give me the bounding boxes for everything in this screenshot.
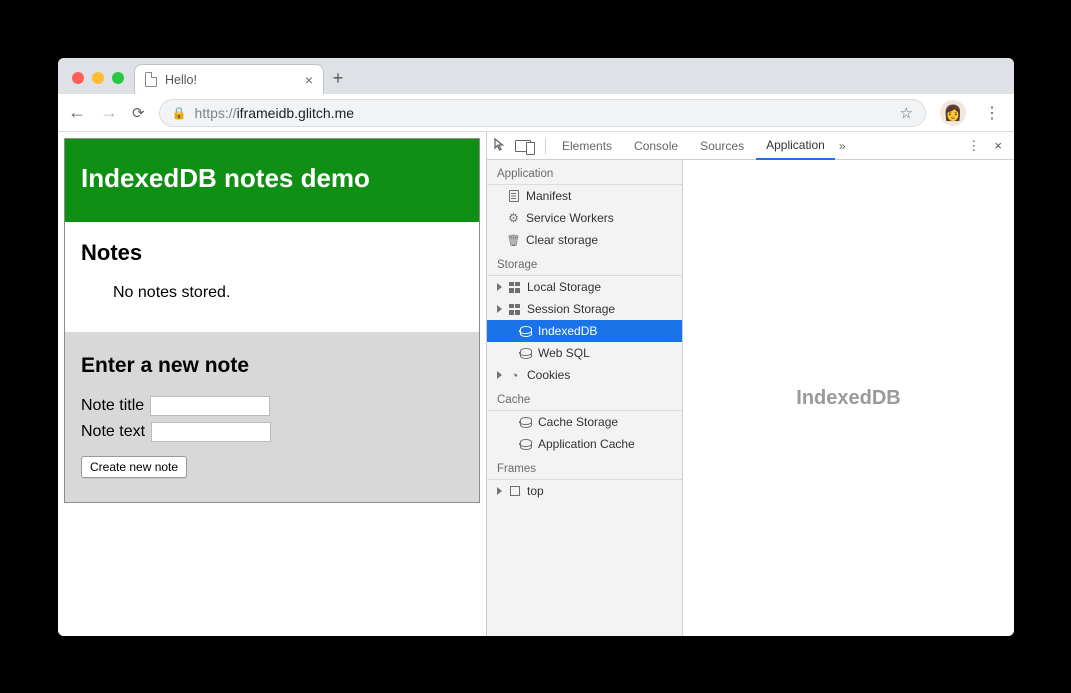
sidebar-item-label: Clear storage bbox=[526, 233, 598, 247]
sidebar-item-top-frame[interactable]: top bbox=[487, 480, 682, 502]
group-storage: Storage bbox=[487, 251, 682, 276]
back-button[interactable]: ← bbox=[68, 102, 86, 123]
app-body: Notes No notes stored. bbox=[65, 222, 479, 314]
group-application: Application bbox=[487, 160, 682, 185]
notes-heading: Notes bbox=[81, 240, 463, 266]
sidebar-item-indexeddb[interactable]: IndexedDB bbox=[487, 320, 682, 342]
more-tabs-button[interactable]: » bbox=[839, 139, 846, 153]
sidebar-item-cookies[interactable]: Cookies bbox=[487, 364, 682, 386]
lock-icon: 🔒 bbox=[172, 106, 187, 120]
caret-icon bbox=[497, 283, 502, 291]
frame-icon bbox=[510, 486, 520, 496]
window-controls bbox=[66, 72, 134, 94]
database-icon bbox=[520, 348, 532, 359]
page-icon bbox=[145, 72, 157, 87]
note-text-input[interactable] bbox=[151, 422, 271, 442]
tab-console[interactable]: Console bbox=[624, 132, 688, 160]
devtools-close-button[interactable]: × bbox=[988, 138, 1008, 153]
caret-icon bbox=[497, 487, 502, 495]
database-icon bbox=[520, 326, 532, 337]
sidebar-item-label: Cookies bbox=[527, 368, 570, 382]
tab-sources[interactable]: Sources bbox=[690, 132, 754, 160]
detail-title: IndexedDB bbox=[796, 387, 900, 410]
grid-icon bbox=[509, 304, 520, 315]
new-tab-button[interactable]: + bbox=[324, 68, 352, 94]
bookmark-star-icon[interactable]: ☆ bbox=[900, 104, 913, 122]
devtools-body: Application Manifest Service Workers Cle… bbox=[487, 160, 1014, 636]
app-header: IndexedDB notes demo bbox=[65, 139, 479, 222]
page-viewport: IndexedDB notes demo Notes No notes stor… bbox=[58, 132, 486, 636]
devtools-tabstrip: Elements Console Sources Application » ⋮… bbox=[487, 132, 1014, 160]
sidebar-item-label: Manifest bbox=[526, 189, 571, 203]
cookie-icon bbox=[508, 369, 521, 382]
sidebar-item-session-storage[interactable]: Session Storage bbox=[487, 298, 682, 320]
caret-icon bbox=[497, 371, 502, 379]
browser-window: Hello! × + ← → ⟳ 🔒 https://iframeidb.gli… bbox=[58, 58, 1014, 636]
sidebar-item-label: Cache Storage bbox=[538, 415, 618, 429]
database-icon bbox=[520, 417, 532, 428]
sidebar-item-label: Application Cache bbox=[538, 437, 635, 451]
inspect-element-icon[interactable] bbox=[493, 137, 507, 154]
url-text: https://iframeidb.glitch.me bbox=[195, 105, 355, 121]
tab-title: Hello! bbox=[165, 73, 197, 87]
sidebar-item-service-workers[interactable]: Service Workers bbox=[487, 207, 682, 229]
content-area: IndexedDB notes demo Notes No notes stor… bbox=[58, 132, 1014, 636]
sidebar-item-application-cache[interactable]: Application Cache bbox=[487, 433, 682, 455]
address-bar[interactable]: 🔒 https://iframeidb.glitch.me ☆ bbox=[159, 99, 926, 127]
sidebar-item-label: Session Storage bbox=[527, 302, 615, 316]
sidebar-item-label: IndexedDB bbox=[538, 324, 597, 338]
database-icon bbox=[520, 439, 532, 450]
browser-menu-button[interactable]: ⋮ bbox=[980, 103, 1004, 123]
document-icon bbox=[509, 190, 519, 202]
browser-toolbar: ← → ⟳ 🔒 https://iframeidb.glitch.me ☆ 👩 … bbox=[58, 94, 1014, 132]
fullscreen-window-button[interactable] bbox=[112, 72, 124, 84]
note-text-label: Note text bbox=[81, 423, 145, 441]
sidebar-item-websql[interactable]: Web SQL bbox=[487, 342, 682, 364]
sidebar-item-label: Local Storage bbox=[527, 280, 601, 294]
browser-tab[interactable]: Hello! × bbox=[134, 64, 324, 94]
close-window-button[interactable] bbox=[72, 72, 84, 84]
sidebar-item-local-storage[interactable]: Local Storage bbox=[487, 276, 682, 298]
close-tab-button[interactable]: × bbox=[305, 72, 313, 88]
sidebar-item-clear-storage[interactable]: Clear storage bbox=[487, 229, 682, 251]
sidebar-item-manifest[interactable]: Manifest bbox=[487, 185, 682, 207]
caret-icon bbox=[497, 305, 502, 313]
new-note-form: Enter a new note Note title Note text Cr… bbox=[65, 332, 479, 502]
separator bbox=[545, 138, 546, 154]
devtools-menu-button[interactable]: ⋮ bbox=[961, 138, 986, 154]
devtools-panel: Elements Console Sources Application » ⋮… bbox=[486, 132, 1014, 636]
sidebar-item-label: top bbox=[527, 484, 544, 498]
tab-application[interactable]: Application bbox=[756, 132, 835, 160]
profile-avatar[interactable]: 👩 bbox=[940, 100, 966, 126]
note-title-label: Note title bbox=[81, 397, 144, 415]
trash-icon bbox=[507, 234, 520, 247]
device-toggle-icon[interactable] bbox=[515, 140, 531, 152]
gear-icon bbox=[507, 212, 520, 225]
grid-icon bbox=[509, 282, 520, 293]
group-cache: Cache bbox=[487, 386, 682, 411]
tab-elements[interactable]: Elements bbox=[552, 132, 622, 160]
create-note-button[interactable]: Create new note bbox=[81, 456, 187, 478]
note-title-input[interactable] bbox=[150, 396, 270, 416]
tab-strip: Hello! × + bbox=[58, 58, 1014, 94]
sidebar-item-label: Web SQL bbox=[538, 346, 590, 360]
notes-app: IndexedDB notes demo Notes No notes stor… bbox=[64, 138, 480, 503]
empty-message: No notes stored. bbox=[81, 280, 463, 308]
devtools-detail-pane: IndexedDB bbox=[683, 160, 1014, 636]
form-heading: Enter a new note bbox=[81, 354, 463, 378]
reload-button[interactable]: ⟳ bbox=[132, 104, 145, 122]
sidebar-item-cache-storage[interactable]: Cache Storage bbox=[487, 411, 682, 433]
group-frames: Frames bbox=[487, 455, 682, 480]
minimize-window-button[interactable] bbox=[92, 72, 104, 84]
application-sidebar: Application Manifest Service Workers Cle… bbox=[487, 160, 683, 636]
sidebar-item-label: Service Workers bbox=[526, 211, 614, 225]
forward-button[interactable]: → bbox=[100, 102, 118, 123]
